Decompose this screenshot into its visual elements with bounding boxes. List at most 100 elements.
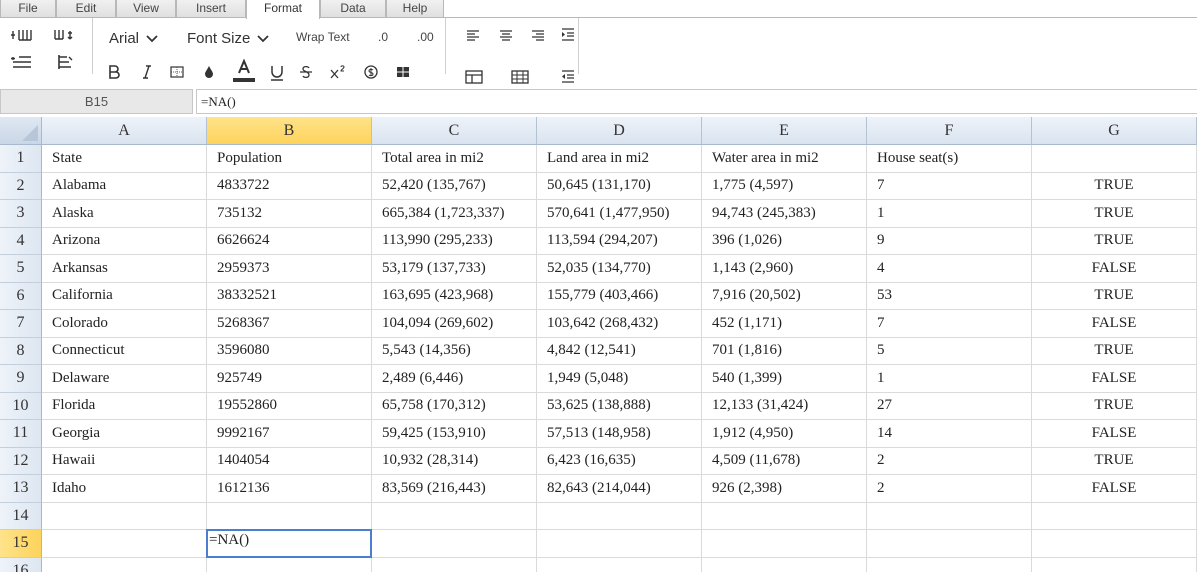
cell-d12[interactable]: 6,423 (16,635) [537, 447, 702, 475]
cell-d5[interactable]: 52,035 (134,770) [537, 255, 702, 283]
cell-f3[interactable]: 1 [867, 200, 1032, 228]
tab-file[interactable]: File [0, 0, 56, 18]
cell-c1[interactable]: Total area in mi2 [372, 145, 537, 173]
cell-b14[interactable] [207, 502, 372, 530]
cell-a10[interactable]: Florida [42, 392, 207, 420]
cell-d10[interactable]: 53,625 (138,888) [537, 392, 702, 420]
cell-f13[interactable]: 2 [867, 475, 1032, 503]
cell-b13[interactable]: 1612136 [207, 475, 372, 503]
cell-a8[interactable]: Connecticut [42, 337, 207, 365]
cell-d14[interactable] [537, 502, 702, 530]
cell-a6[interactable]: California [42, 282, 207, 310]
cell-f11[interactable]: 14 [867, 420, 1032, 448]
tab-edit[interactable]: Edit [56, 0, 116, 18]
cell-e11[interactable]: 1,912 (4,950) [702, 420, 867, 448]
delete-column-icon[interactable] [52, 52, 76, 72]
cell-f1[interactable]: House seat(s) [867, 145, 1032, 173]
cell-d8[interactable]: 4,842 (12,541) [537, 337, 702, 365]
cell-a9[interactable]: Delaware [42, 365, 207, 393]
cell-e3[interactable]: 94,743 (245,383) [702, 200, 867, 228]
column-header-f[interactable]: F [867, 117, 1032, 145]
font-name-dropdown[interactable]: Arial [109, 30, 158, 47]
cell-f2[interactable]: 7 [867, 172, 1032, 200]
row-header-16[interactable]: 16 [0, 557, 42, 572]
cell-g2[interactable]: TRUE [1032, 172, 1197, 200]
cell-f16[interactable] [867, 557, 1032, 572]
cell-c3[interactable]: 665,384 (1,723,337) [372, 200, 537, 228]
cell-a11[interactable]: Georgia [42, 420, 207, 448]
cell-f7[interactable]: 7 [867, 310, 1032, 338]
cell-c10[interactable]: 65,758 (170,312) [372, 392, 537, 420]
row-header-9[interactable]: 9 [0, 365, 42, 393]
cell-e9[interactable]: 540 (1,399) [702, 365, 867, 393]
cell-e8[interactable]: 701 (1,816) [702, 337, 867, 365]
align-right-icon[interactable] [528, 26, 548, 44]
cell-d15[interactable] [537, 530, 702, 558]
currency-icon[interactable] [361, 62, 381, 82]
cell-a12[interactable]: Hawaii [42, 447, 207, 475]
row-header-3[interactable]: 3 [0, 200, 42, 228]
cell-g16[interactable] [1032, 557, 1197, 572]
cell-a14[interactable] [42, 502, 207, 530]
row-header-14[interactable]: 14 [0, 502, 42, 530]
cell-c11[interactable]: 59,425 (153,910) [372, 420, 537, 448]
cell-b12[interactable]: 1404054 [207, 447, 372, 475]
cell-e2[interactable]: 1,775 (4,597) [702, 172, 867, 200]
cell-c16[interactable] [372, 557, 537, 572]
row-header-10[interactable]: 10 [0, 392, 42, 420]
cell-c6[interactable]: 163,695 (423,968) [372, 282, 537, 310]
delete-row-icon[interactable] [10, 52, 34, 72]
cell-e12[interactable]: 4,509 (11,678) [702, 447, 867, 475]
column-header-d[interactable]: D [537, 117, 702, 145]
table-icon[interactable] [463, 68, 485, 86]
wrap-text-button[interactable]: Wrap Text [296, 30, 350, 44]
cell-e1[interactable]: Water area in mi2 [702, 145, 867, 173]
cell-c12[interactable]: 10,932 (28,314) [372, 447, 537, 475]
row-header-11[interactable]: 11 [0, 420, 42, 448]
cell-e14[interactable] [702, 502, 867, 530]
cell-g9[interactable]: FALSE [1032, 365, 1197, 393]
tab-help[interactable]: Help [386, 0, 444, 18]
cell-e10[interactable]: 12,133 (31,424) [702, 392, 867, 420]
indent-icon[interactable] [558, 26, 578, 44]
cell-a15[interactable] [42, 530, 207, 558]
cell-a13[interactable]: Idaho [42, 475, 207, 503]
cell-a1[interactable]: State [42, 145, 207, 173]
row-header-13[interactable]: 13 [0, 475, 42, 503]
cell-e15[interactable] [702, 530, 867, 558]
merge-cells-icon[interactable] [393, 62, 413, 82]
cell-g4[interactable]: TRUE [1032, 227, 1197, 255]
row-header-7[interactable]: 7 [0, 310, 42, 338]
cell-f6[interactable]: 53 [867, 282, 1032, 310]
cell-e6[interactable]: 7,916 (20,502) [702, 282, 867, 310]
column-header-c[interactable]: C [372, 117, 537, 145]
cell-c14[interactable] [372, 502, 537, 530]
cell-c7[interactable]: 104,094 (269,602) [372, 310, 537, 338]
cell-g14[interactable] [1032, 502, 1197, 530]
cell-g12[interactable]: TRUE [1032, 447, 1197, 475]
cell-a4[interactable]: Arizona [42, 227, 207, 255]
cell-b16[interactable] [207, 557, 372, 572]
fill-color-icon[interactable] [199, 62, 219, 82]
cell-b9[interactable]: 925749 [207, 365, 372, 393]
cell-a2[interactable]: Alabama [42, 172, 207, 200]
column-header-e[interactable]: E [702, 117, 867, 145]
cell-d7[interactable]: 103,642 (268,432) [537, 310, 702, 338]
cell-d13[interactable]: 82,643 (214,044) [537, 475, 702, 503]
cell-d1[interactable]: Land area in mi2 [537, 145, 702, 173]
cell-b7[interactable]: 5268367 [207, 310, 372, 338]
cell-c9[interactable]: 2,489 (6,446) [372, 365, 537, 393]
font-size-dropdown[interactable]: Font Size [187, 30, 270, 47]
cell-f5[interactable]: 4 [867, 255, 1032, 283]
cell-e13[interactable]: 926 (2,398) [702, 475, 867, 503]
cell-b6[interactable]: 38332521 [207, 282, 372, 310]
cell-e5[interactable]: 1,143 (2,960) [702, 255, 867, 283]
cell-f9[interactable]: 1 [867, 365, 1032, 393]
cell-b10[interactable]: 19552860 [207, 392, 372, 420]
cell-b15[interactable]: =NA() [206, 529, 372, 558]
align-center-icon[interactable] [496, 26, 516, 44]
column-header-b[interactable]: B [207, 117, 372, 145]
cell-d3[interactable]: 570,641 (1,477,950) [537, 200, 702, 228]
cell-b3[interactable]: 735132 [207, 200, 372, 228]
insert-row-icon[interactable] [10, 26, 34, 46]
